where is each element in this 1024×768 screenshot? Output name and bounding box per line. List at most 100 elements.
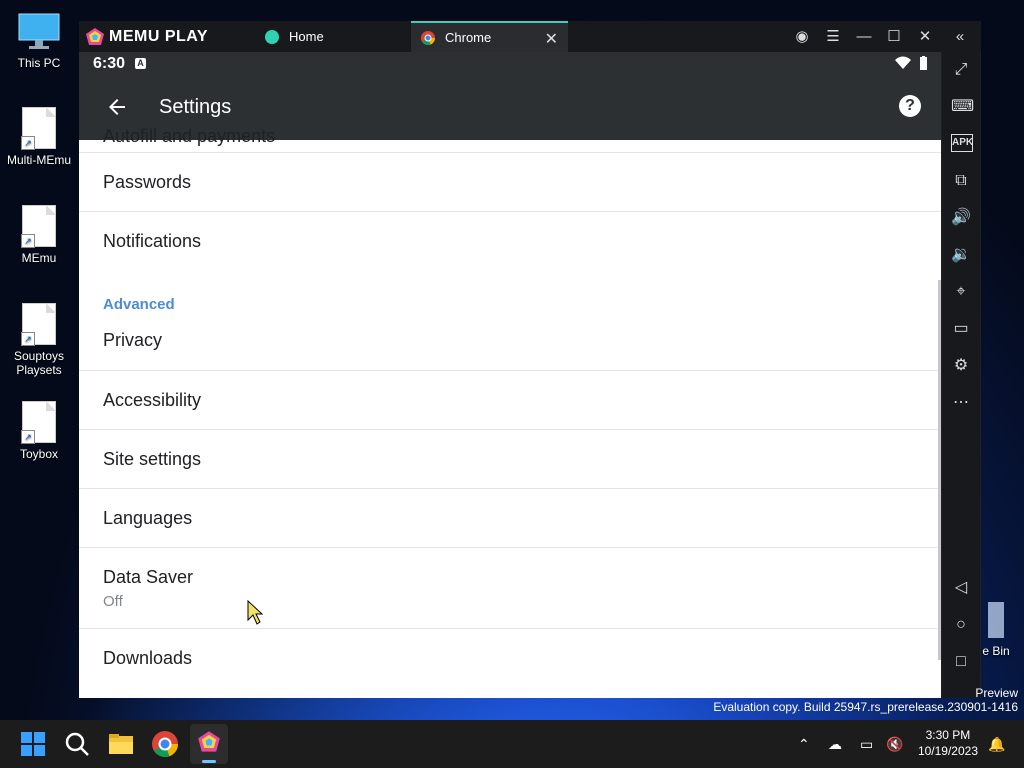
file-explorer-icon[interactable] — [107, 730, 135, 758]
desktop-icon-label: Multi-MEmu — [6, 153, 71, 167]
location-icon[interactable]: ⌖ — [951, 282, 971, 302]
mouse-cursor-icon — [247, 600, 263, 625]
more-icon[interactable]: ⋯ — [951, 393, 971, 413]
list-item-label: Autofill and payments — [103, 126, 276, 146]
recycle-bin-icon — [988, 602, 1004, 638]
list-item-label: Privacy — [103, 330, 163, 350]
desktop-icon-label: Toybox — [19, 447, 59, 461]
list-item-autofill[interactable]: Autofill and payments — [79, 126, 941, 153]
volume-down-icon[interactable]: 🔉 — [951, 245, 971, 265]
multi-window-icon[interactable]: ⧉ — [951, 171, 971, 191]
chrome-icon — [421, 30, 435, 45]
memu-home-icon — [265, 29, 279, 44]
notification-bell-icon[interactable]: 🔔 — [988, 720, 1005, 768]
list-item-label: Accessibility — [103, 390, 202, 410]
tab-chrome[interactable]: Chrome ✕ — [411, 21, 568, 52]
account-icon[interactable]: ◉ — [791, 26, 813, 46]
file-shortcut-icon: ↗ — [21, 107, 56, 150]
nav-recents-icon[interactable]: □ — [951, 652, 971, 672]
memu-taskbar-icon — [198, 731, 220, 752]
nav-home-icon[interactable]: ○ — [951, 615, 971, 635]
help-icon[interactable]: ? — [899, 95, 921, 117]
list-item-label: Site settings — [103, 449, 202, 469]
build-watermark: Evaluation copy. Build 25947.rs_prerelea… — [713, 700, 1018, 714]
list-item-data-saver[interactable]: Data Saver Off — [79, 548, 941, 629]
windows-start-icon[interactable] — [19, 730, 47, 758]
collapse-sidebar-icon[interactable]: « — [949, 26, 971, 46]
list-item-downloads[interactable]: Downloads — [79, 629, 941, 688]
settings-list: Autofill and payments Passwords Notifica… — [79, 126, 941, 688]
desktop-icon-label: MEmu — [21, 251, 57, 265]
status-time: 6:30 — [93, 54, 126, 72]
file-shortcut-icon: ↗ — [21, 303, 56, 346]
desktop-icon-souptoys[interactable]: ↗ Souptoys Playsets — [1, 303, 77, 377]
taskbar: ⌃ ☁ ▭ 🔇 3:30 PM 10/19/2023 🔔 — [0, 720, 1024, 768]
chrome-taskbar-icon[interactable] — [151, 730, 179, 758]
onedrive-icon[interactable]: ☁ — [828, 720, 842, 768]
list-item-notifications[interactable]: Notifications — [79, 212, 941, 271]
memu-taskbar-button[interactable] — [190, 724, 228, 764]
fullscreen-icon[interactable]: ⤢ — [951, 60, 971, 80]
page-title: Settings — [159, 96, 232, 118]
close-window-icon[interactable]: ✕ — [914, 26, 936, 46]
scrollbar[interactable] — [938, 280, 941, 660]
list-item-languages[interactable]: Languages — [79, 489, 941, 548]
volume-up-icon[interactable]: 🔊 — [951, 208, 971, 228]
active-indicator — [202, 760, 216, 763]
desktop-icon-toybox[interactable]: ↗ Toybox — [1, 401, 77, 461]
desktop-icon-label: This PC — [17, 56, 61, 70]
volume-mute-icon[interactable]: 🔇 — [886, 720, 903, 768]
desktop-icon-this-pc[interactable]: This PC — [1, 12, 77, 70]
desktop-icon-label: e Bin — [982, 644, 1010, 658]
list-item-passwords[interactable]: Passwords — [79, 153, 941, 212]
keyboard-icon[interactable]: ⌨ — [951, 97, 974, 117]
nav-back-icon[interactable]: ◁ — [951, 578, 971, 598]
minimize-icon[interactable]: — — [853, 26, 875, 46]
list-item-label: Notifications — [103, 231, 202, 251]
memu-logo-icon — [86, 28, 104, 45]
clock-date: 10/19/2023 — [917, 744, 978, 758]
folder-icon[interactable]: ▭ — [951, 319, 971, 339]
tray-chevron-icon[interactable]: ⌃ — [798, 720, 810, 768]
settings-gear-icon[interactable]: ⚙ — [951, 356, 971, 376]
list-item-summary: Off — [103, 593, 123, 610]
close-icon[interactable]: ✕ — [545, 29, 558, 49]
clock-time: 3:30 PM — [925, 728, 971, 742]
list-item-accessibility[interactable]: Accessibility — [79, 371, 941, 430]
desktop-icon-multi-memu[interactable]: ↗ Multi-MEmu — [1, 107, 77, 167]
battery-icon — [920, 56, 927, 70]
android-screen: 6:30 A Settings ? Autofill and payments … — [79, 52, 941, 698]
desktop-icon-memu[interactable]: ↗ MEmu — [1, 205, 77, 265]
tab-label: Home — [289, 29, 324, 44]
list-item-label: Languages — [103, 508, 193, 528]
emulator-window: MEMU PLAY Home Chrome ✕ ◉ ☰ — ☐ ✕ « 6:30… — [79, 21, 981, 698]
file-shortcut-icon: ↗ — [21, 401, 56, 444]
android-status-bar: 6:30 A — [79, 52, 941, 75]
tab-home[interactable]: Home — [257, 21, 419, 52]
monitor-icon — [18, 13, 60, 49]
list-item-label: Passwords — [103, 172, 192, 192]
emulator-titlebar: MEMU PLAY Home Chrome ✕ ◉ ☰ — ☐ ✕ « — [79, 21, 981, 52]
back-arrow-icon[interactable] — [105, 95, 129, 119]
section-header-label: Advanced — [103, 296, 175, 313]
desktop-icon-label: Souptoys Playsets — [13, 349, 65, 377]
wifi-icon — [895, 56, 911, 69]
list-item-privacy[interactable]: Privacy — [79, 325, 941, 371]
apk-icon[interactable]: APK — [951, 134, 973, 152]
search-icon[interactable] — [63, 730, 91, 758]
maximize-icon[interactable]: ☐ — [883, 26, 905, 46]
network-icon[interactable]: ▭ — [860, 720, 873, 768]
section-header-advanced: Advanced — [79, 271, 941, 325]
menu-icon[interactable]: ☰ — [822, 26, 844, 46]
taskbar-clock[interactable]: 3:30 PM 10/19/2023 — [918, 727, 978, 759]
list-item-site-settings[interactable]: Site settings — [79, 430, 941, 489]
status-a-icon: A — [135, 58, 147, 69]
list-item-label: Downloads — [103, 648, 193, 668]
emulator-sidebar: ⤢ ⌨ APK ⧉ 🔊 🔉 ⌖ ▭ ⚙ ⋯ ◁ ○ □ — [942, 52, 980, 698]
preview-label: Preview — [975, 686, 1018, 700]
list-item-label: Data Saver — [103, 567, 194, 587]
file-shortcut-icon: ↗ — [21, 205, 56, 248]
memu-brand: MEMU PLAY — [85, 26, 208, 48]
brand-text: MEMU PLAY — [109, 28, 209, 45]
tab-label: Chrome — [445, 30, 492, 45]
